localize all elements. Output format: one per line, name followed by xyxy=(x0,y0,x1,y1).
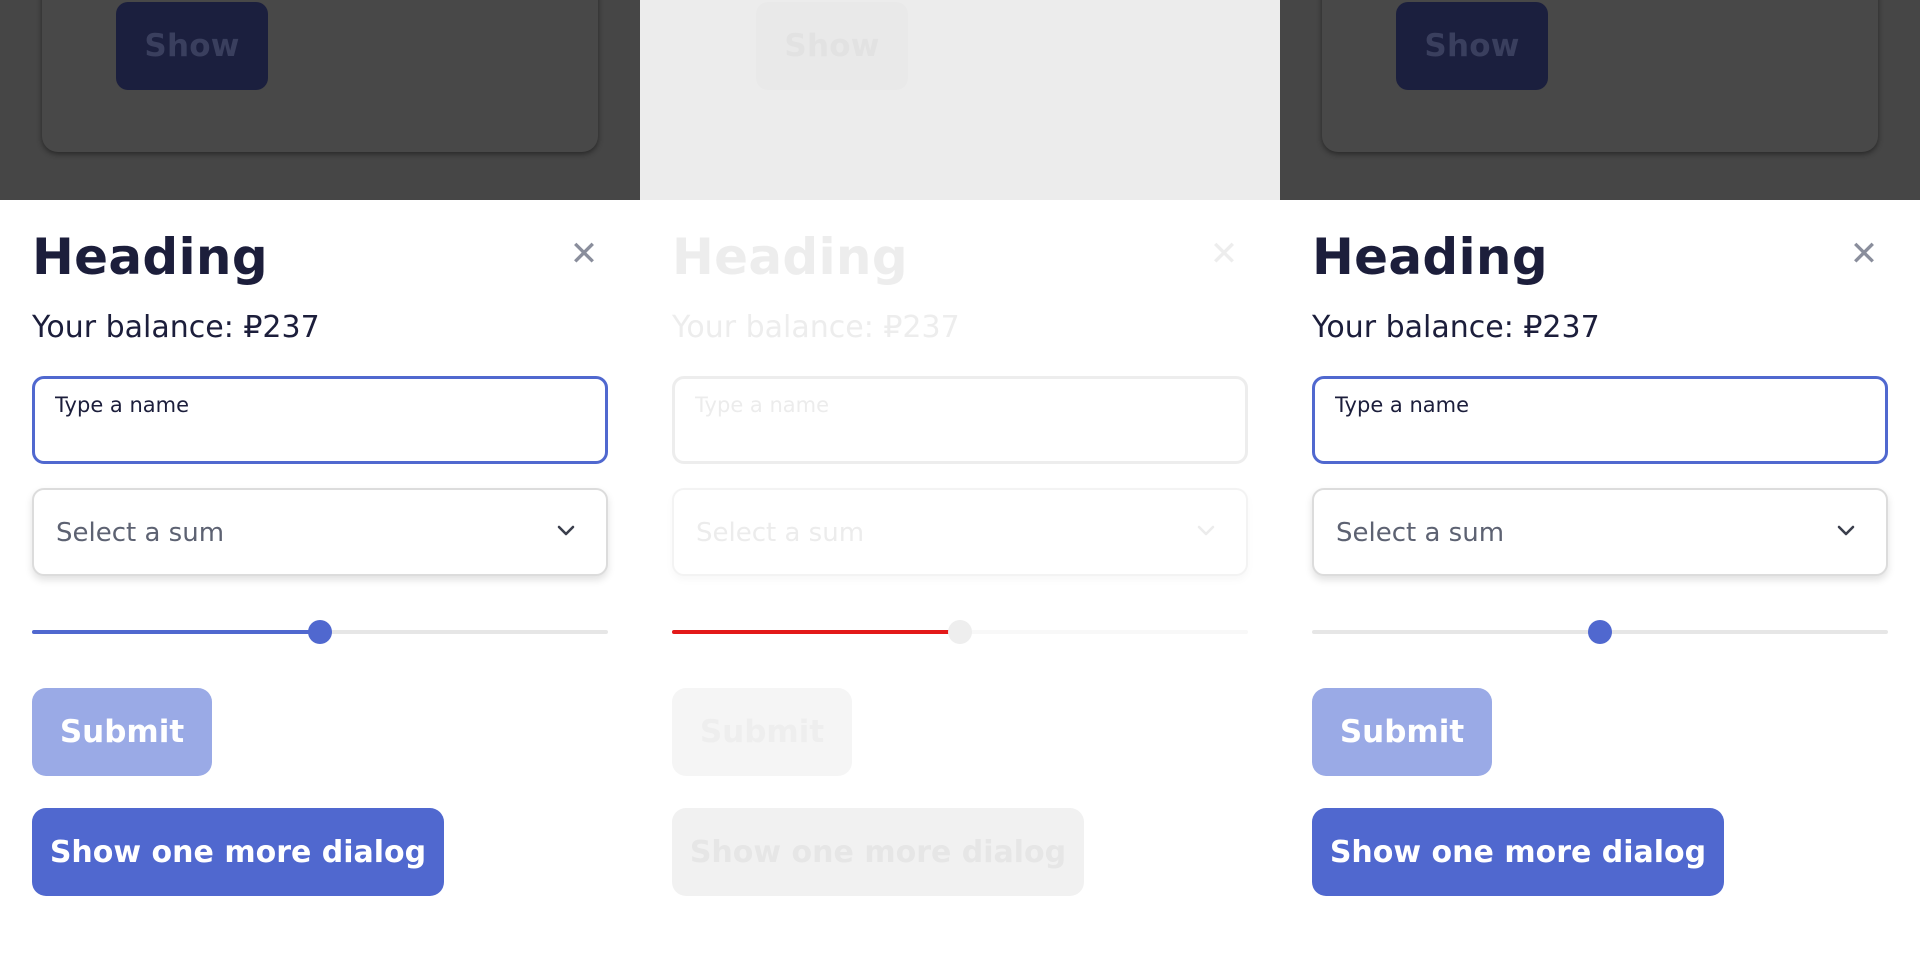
sum-select: Select a sum xyxy=(672,488,1248,576)
submit-button[interactable]: Submit xyxy=(1312,688,1492,776)
backdrop: Show xyxy=(0,0,640,200)
background-show-button: Show xyxy=(116,2,268,90)
name-input[interactable] xyxy=(55,393,575,417)
backdrop: Show xyxy=(640,0,1280,200)
sum-slider xyxy=(672,612,1248,652)
dialog-heading: Heading xyxy=(32,228,268,286)
name-field[interactable] xyxy=(32,376,608,464)
background-show-button: Show xyxy=(756,2,908,90)
chevron-down-icon xyxy=(1197,525,1215,536)
sum-select-label: Select a sum xyxy=(696,518,865,548)
sum-select-label: Select a sum xyxy=(56,518,225,548)
background-card: Show xyxy=(682,0,1238,152)
close-icon: ✕ xyxy=(1209,234,1239,274)
dialog-heading: Heading xyxy=(672,228,908,286)
show-one-more-dialog-button[interactable]: Show one more dialog xyxy=(1312,808,1724,896)
submit-button[interactable]: Submit xyxy=(32,688,212,776)
slider-thumb[interactable] xyxy=(308,620,332,644)
slider-fill xyxy=(32,630,320,634)
name-input xyxy=(695,393,1215,417)
sum-select[interactable]: Select a sum xyxy=(32,488,608,576)
slider-fill xyxy=(672,630,960,634)
sum-select[interactable]: Select a sum xyxy=(1312,488,1888,576)
background-card: Show xyxy=(42,0,598,152)
chevron-down-icon xyxy=(1837,525,1855,536)
balance-text: Your balance: ₽237 xyxy=(1312,310,1600,345)
sum-select-label: Select a sum xyxy=(1336,518,1505,548)
balance-text: Your balance: ₽237 xyxy=(672,310,960,345)
name-input[interactable] xyxy=(1335,393,1855,417)
show-one-more-dialog-button[interactable]: Show one more dialog xyxy=(32,808,444,896)
sum-slider[interactable] xyxy=(1312,612,1888,652)
dialog-panel: Show Heading ✕ Your balance: ₽237 Select… xyxy=(1280,0,1920,960)
show-one-more-dialog-button: Show one more dialog xyxy=(672,808,1084,896)
dialog-panel: Show Heading ✕ Your balance: ₽237 Select… xyxy=(0,0,640,960)
background-card: Show xyxy=(1322,0,1878,152)
chevron-down-icon xyxy=(557,525,575,536)
submit-button: Submit xyxy=(672,688,852,776)
slider-thumb[interactable] xyxy=(1588,620,1612,644)
slider-thumb xyxy=(948,620,972,644)
name-field xyxy=(672,376,1248,464)
backdrop: Show xyxy=(1280,0,1920,200)
close-icon[interactable]: ✕ xyxy=(1848,237,1880,271)
name-field[interactable] xyxy=(1312,376,1888,464)
background-show-button: Show xyxy=(1396,2,1548,90)
dialog-panel-disabled: Show Heading ✕ Your balance: ₽237 Select… xyxy=(640,0,1280,960)
balance-text: Your balance: ₽237 xyxy=(32,310,320,345)
dialog-heading: Heading xyxy=(1312,228,1548,286)
close-icon[interactable]: ✕ xyxy=(568,237,600,271)
sum-slider[interactable] xyxy=(32,612,608,652)
